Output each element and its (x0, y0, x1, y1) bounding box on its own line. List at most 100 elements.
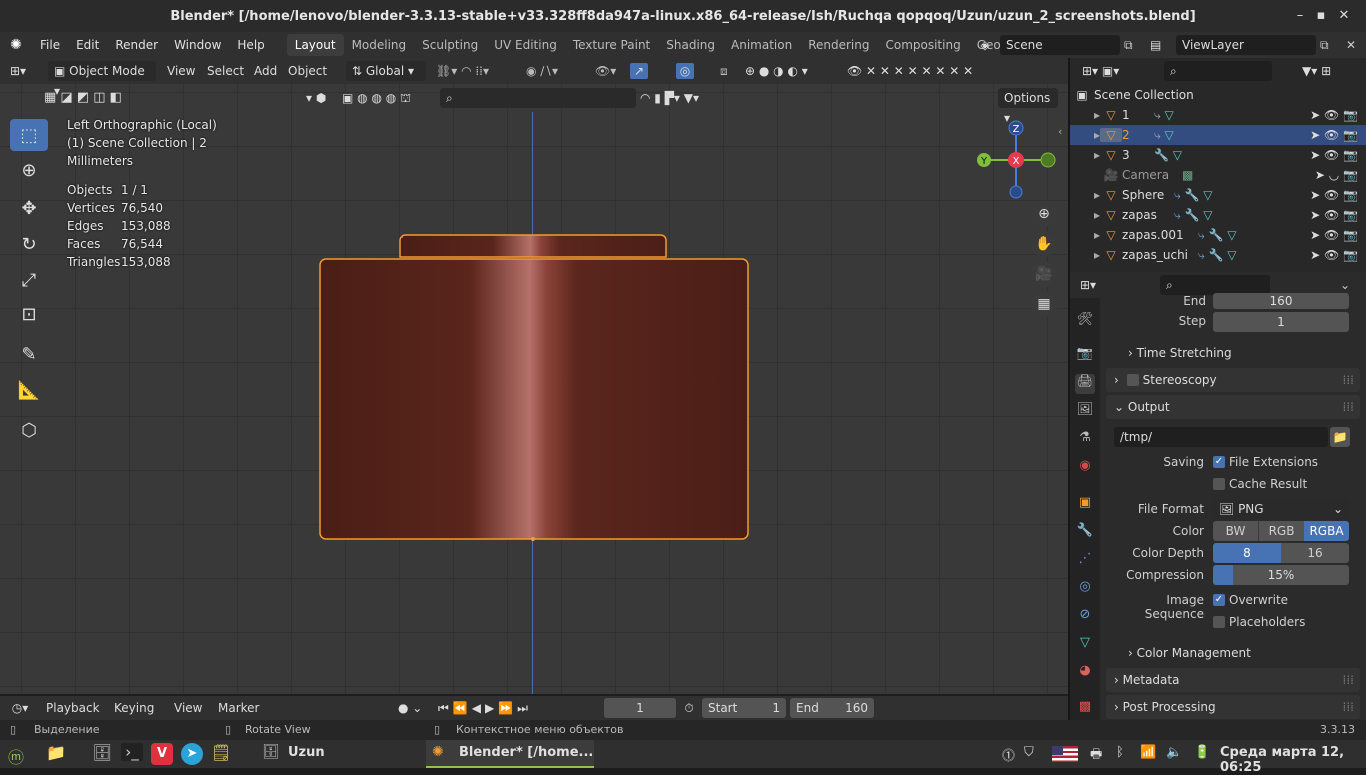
depth-8-option[interactable]: 8 (1213, 543, 1281, 563)
properties-search-input[interactable]: ⌕ (1160, 275, 1270, 295)
properties-editor-icon[interactable]: ⊞▾ (1080, 275, 1096, 295)
marker-menu[interactable]: Marker (212, 698, 268, 718)
tab-layout[interactable]: Layout (286, 34, 344, 56)
output-panel[interactable]: ⌄ Output ⁞⁞⁞ (1106, 395, 1360, 419)
shading-modes-icon[interactable]: ⊕ ● ◑ ◐ ▾ (745, 61, 808, 81)
visibility-icons[interactable]: ➤ 👁 📷 (1310, 248, 1366, 262)
tab-shading[interactable]: Shading (658, 34, 723, 56)
menu-file[interactable]: File (32, 32, 68, 58)
sidebar-toggle-icon[interactable]: ‹ (1058, 125, 1062, 138)
output-path-input[interactable]: /tmp/ (1114, 427, 1328, 447)
step-field[interactable]: 1 (1213, 312, 1349, 332)
add-cube-tool[interactable]: ⬡ (10, 414, 48, 446)
tab-texture-paint[interactable]: Texture Paint (565, 34, 658, 56)
outliner-item[interactable]: ▸ ▽ 3 🔧 ▽ ➤ 👁 📷 (1070, 145, 1366, 165)
modifier-tab-icon[interactable]: 🔧 (1075, 523, 1095, 543)
color-rgb-option[interactable]: RGB (1258, 521, 1304, 541)
tool-tab-icon[interactable]: 🛠 (1075, 312, 1095, 332)
render-tab-icon[interactable]: 📷 (1075, 346, 1095, 366)
metadata-panel[interactable]: › Metadata ⁞⁞⁞ (1106, 668, 1360, 692)
view-layer-tab-icon[interactable]: 🖼 (1075, 402, 1095, 422)
bluetooth-icon[interactable]: ᛒ (1116, 745, 1124, 760)
minimize-icon[interactable]: – (1290, 6, 1310, 26)
outliner-item[interactable]: ▸ ▽ zapas_uchi ⤷ 🔧 ▽ ➤ 👁 📷 (1070, 245, 1366, 265)
properties-options-icon[interactable]: ⌄ (1340, 275, 1350, 295)
start-frame-field[interactable]: Start 1 (702, 698, 786, 718)
gizmo-toggle-icon[interactable]: ↗ (630, 63, 648, 79)
file-manager-icon[interactable]: 🗄 (92, 743, 112, 762)
overlay-toggle-icon[interactable]: ◎ (676, 63, 694, 79)
measure-tool[interactable]: 📐 (10, 374, 48, 406)
visibility-icons[interactable]: ➤ 👁 📷 (1310, 208, 1366, 222)
world-tab-icon[interactable]: ◉ (1075, 458, 1095, 478)
transform-tool[interactable]: ⊡ (10, 298, 48, 330)
record-icon[interactable]: ● ⌄ (398, 701, 438, 715)
taskbar-folder-window[interactable]: Uzun (288, 745, 325, 760)
color-picker-icon[interactable]: ▾ ⬢ (306, 88, 346, 108)
texture-tab-icon[interactable]: ▩ (1075, 699, 1095, 719)
compression-slider[interactable]: 15% (1213, 565, 1349, 585)
transform-orientation[interactable]: ⇅ Global ▾ (346, 61, 426, 81)
outliner-root[interactable]: ▣ Scene Collection (1070, 85, 1366, 105)
folder-browse-icon[interactable]: 📁 (1330, 427, 1350, 447)
filter-type-icons[interactable]: ▣ ◍ ◍ ◍ ⛫ (342, 88, 437, 108)
menu-help[interactable]: Help (229, 32, 272, 58)
notes-icon[interactable]: 🗒 (211, 743, 231, 762)
end-frame-field[interactable]: 160 (1213, 293, 1349, 309)
files-icon[interactable]: 📁 (46, 743, 66, 762)
visibility-icons[interactable]: ➤ ◡ 📷 (1315, 168, 1366, 182)
cursor-tool[interactable]: ⊕ (10, 154, 48, 186)
file-extensions-checkbox[interactable]: ✓ (1213, 456, 1225, 468)
data-tab-icon[interactable]: ▽ (1075, 635, 1095, 655)
visibility-icons[interactable]: ➤ 👁 📷 (1310, 108, 1366, 122)
cache-result-checkbox[interactable] (1213, 478, 1225, 490)
color-management-panel[interactable]: › Color Management (1106, 641, 1360, 665)
color-bw-option[interactable]: BW (1213, 521, 1258, 541)
object-tab-icon[interactable]: ▣ (1075, 495, 1095, 515)
placeholders-checkbox[interactable] (1213, 616, 1225, 628)
post-processing-panel[interactable]: › Post Processing ⁞⁞⁞ (1106, 695, 1360, 719)
outliner-item[interactable]: ▸ ▽ 2 ⤷ ▽ ➤ 👁 📷 (1070, 125, 1366, 145)
outliner-item[interactable]: ▸ ▽ Sphere ⤷ 🔧 ▽ ➤ 👁 📷 (1070, 185, 1366, 205)
scene-selector[interactable]: Scene (1000, 35, 1120, 55)
proportional-icon[interactable]: ◉ ∕∖▾ (526, 61, 558, 81)
color-rgba-option[interactable]: RGBA (1304, 521, 1349, 541)
tab-uv-editing[interactable]: UV Editing (486, 34, 565, 56)
visibility-icons[interactable]: ➤ 👁 📷 (1310, 148, 1366, 162)
overwrite-checkbox[interactable]: ✓ (1213, 594, 1225, 606)
tab-sculpting[interactable]: Sculpting (414, 34, 486, 56)
terminal-icon[interactable]: ›_ (121, 743, 143, 761)
menu-edit[interactable]: Edit (68, 32, 107, 58)
mode-selector[interactable]: ▣ Object Mode ▾ (48, 61, 156, 98)
printer-icon[interactable]: 🖶 (1090, 745, 1102, 767)
view-layer-selector[interactable]: ViewLayer (1176, 35, 1316, 55)
outliner-filter-icon[interactable]: ▼▾ ⊞ (1302, 60, 1331, 82)
file-format-dropdown[interactable]: 🖼 PNG ⌄ (1213, 499, 1349, 519)
stereoscopy-checkbox[interactable] (1126, 374, 1139, 386)
scene-tab-icon[interactable]: ⚗ (1075, 430, 1095, 450)
pivot-icon[interactable]: ⛓▾ ◠ ⁞⁞▾ (436, 61, 489, 81)
stereoscopy-panel[interactable]: › Stereoscopy ⁞⁞⁞ (1106, 368, 1360, 392)
playback-controls[interactable]: ⏮⏪◀▶⏩⏭ (438, 701, 558, 716)
playback-menu[interactable]: Playback ⌄ (40, 698, 108, 735)
material-tab-icon[interactable]: ◕ (1075, 663, 1095, 683)
blender-logo-icon[interactable]: ✺ (0, 37, 32, 53)
battery-icon[interactable]: 🔋 (1194, 745, 1210, 760)
depth-16-option[interactable]: 16 (1281, 543, 1349, 563)
us-flag-icon[interactable] (1052, 746, 1078, 762)
visibility-icons[interactable]: ➤ 👁 📷 (1310, 228, 1366, 242)
viewport-search-input[interactable]: ⌕ (440, 88, 636, 108)
tab-compositing[interactable]: Compositing (877, 34, 968, 56)
editor-type-icon[interactable]: ⊞▾ (10, 61, 40, 81)
maximize-icon[interactable]: ▪ (1311, 6, 1331, 26)
selected-object[interactable] (310, 229, 760, 549)
close-icon[interactable]: ✕ (1334, 6, 1354, 26)
menu-select[interactable]: Select (207, 61, 244, 81)
tray-shield-icon[interactable]: ⛉ (1024, 745, 1034, 760)
vivaldi-icon[interactable]: V (151, 743, 173, 765)
wifi-icon[interactable]: 📶 (1140, 745, 1156, 760)
menu-add[interactable]: Add (254, 61, 277, 81)
timeline-view-menu[interactable]: View (168, 698, 212, 718)
telegram-icon[interactable]: ➤ (181, 743, 203, 765)
zoom-icon[interactable]: ⊕ (1031, 201, 1057, 227)
